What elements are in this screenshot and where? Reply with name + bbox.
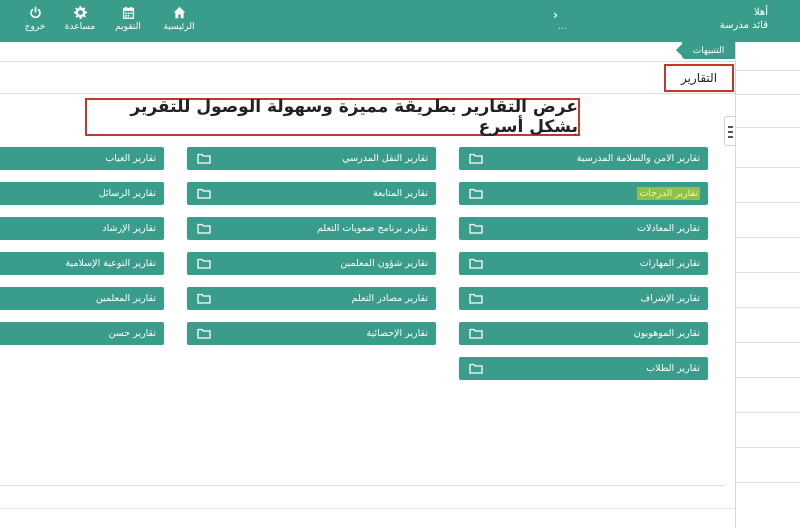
report-button-grades[interactable]: تقارير الدرجات [459,182,708,205]
report-button-hasan[interactable]: تقارير حسن [0,322,164,345]
report-label: تقارير المتابعة [373,188,428,199]
report-label: تقارير الإحصائية [366,328,428,339]
home-icon [173,6,185,19]
reports-banner: عرض التقارير بطريقة مميزة وسهولة الوصول … [85,97,580,137]
folder-icon [469,363,483,374]
report-button-guidance[interactable]: تقارير الإرشاد [0,217,164,240]
report-label: تقارير الرسائل [98,188,156,199]
report-button-security[interactable]: تقارير الامن والسلامة المدرسية [459,147,708,170]
chevron-right-icon[interactable]: › [553,8,558,22]
folder-icon [469,328,483,339]
folder-icon [197,188,211,199]
bottom-strip [0,508,735,528]
power-icon [29,6,41,19]
folder-icon [469,188,483,199]
notifications-tab[interactable]: التنبيهات [676,42,735,59]
report-button-gifted[interactable]: تقارير الموهوبون [459,322,708,345]
user-greeting: أهلا قائد مدرسة [720,6,768,32]
folder-icon [197,293,211,304]
report-label: تقارير مصادر التعلم [351,293,428,304]
report-button-supervision[interactable]: تقارير الإشراف [459,287,708,310]
folder-icon [197,328,211,339]
report-button-statistics[interactable]: تقارير الإحصائية [187,322,436,345]
section-header-bar: التقارير [0,61,735,94]
report-label: تقارير الغياب [105,153,156,164]
report-button-equations[interactable]: تقارير المعادلات [459,217,708,240]
calendar-button[interactable]: التقويم [100,6,156,38]
report-label: تقارير الإرشاد [102,223,156,234]
topbar-dots: ... [558,22,567,32]
report-button-skills[interactable]: تقارير المهارات [459,252,708,275]
right-side-panel [735,42,800,528]
report-button-learning-difficulties[interactable]: تقارير برنامج صعوبات التعلم [187,217,436,240]
report-label: تقارير برنامج صعوبات التعلم [316,223,428,234]
calendar-icon [122,6,134,19]
folder-icon [469,293,483,304]
report-button-messages[interactable]: تقارير الرسائل [0,182,164,205]
report-label: تقارير الإشراف [640,293,700,304]
report-label: تقارير النقل المدرسي [342,153,428,164]
top-navigation-bar: خروج مساعدة التقويم الرئيسية › ... أهلا … [0,0,800,42]
folder-icon [197,153,211,164]
folder-icon [469,258,483,269]
user-role: قائد مدرسة [719,20,768,31]
report-label: تقارير المعادلات [637,223,700,234]
report-button-absence[interactable]: تقارير الغياب [0,147,164,170]
report-button-teacher-affairs[interactable]: تقارير شؤون المعلمين [187,252,436,275]
menu-toggle-icon[interactable] [724,116,735,146]
report-label: تقارير الموهوبون [633,328,700,339]
report-button-learning-resources[interactable]: تقارير مصادر التعلم [187,287,436,310]
report-button-teachers[interactable]: تقارير المعلمين [0,287,164,310]
report-label: تقارير المهارات [639,258,700,269]
report-label: تقارير شؤون المعلمين [340,258,428,269]
report-label: تقارير الامن والسلامة المدرسية [576,153,700,164]
logout-label: خروج [24,22,46,32]
help-label: مساعدة [64,22,96,32]
report-button-transport[interactable]: تقارير النقل المدرسي [187,147,436,170]
page-title: التقارير [664,64,734,92]
report-button-students[interactable]: تقارير الطلاب [459,357,708,380]
home-button[interactable]: الرئيسية [151,6,207,38]
report-label: تقارير المعلمين [95,293,156,304]
report-label: تقارير التوعية الإسلامية [65,258,156,269]
greeting-text: أهلا [753,7,768,18]
report-label-highlighted: تقارير الدرجات [637,187,700,200]
report-label: تقارير حسن [108,328,156,339]
report-button-followup[interactable]: تقارير المتابعة [187,182,436,205]
calendar-label: التقويم [115,22,141,32]
report-button-islamic-awareness[interactable]: تقارير التوعية الإسلامية [0,252,164,275]
folder-icon [469,223,483,234]
folder-icon [197,258,211,269]
home-label: الرئيسية [163,22,195,32]
folder-icon [469,153,483,164]
folder-icon [197,223,211,234]
report-label: تقارير الطلاب [646,363,700,374]
gear-icon [73,6,87,19]
